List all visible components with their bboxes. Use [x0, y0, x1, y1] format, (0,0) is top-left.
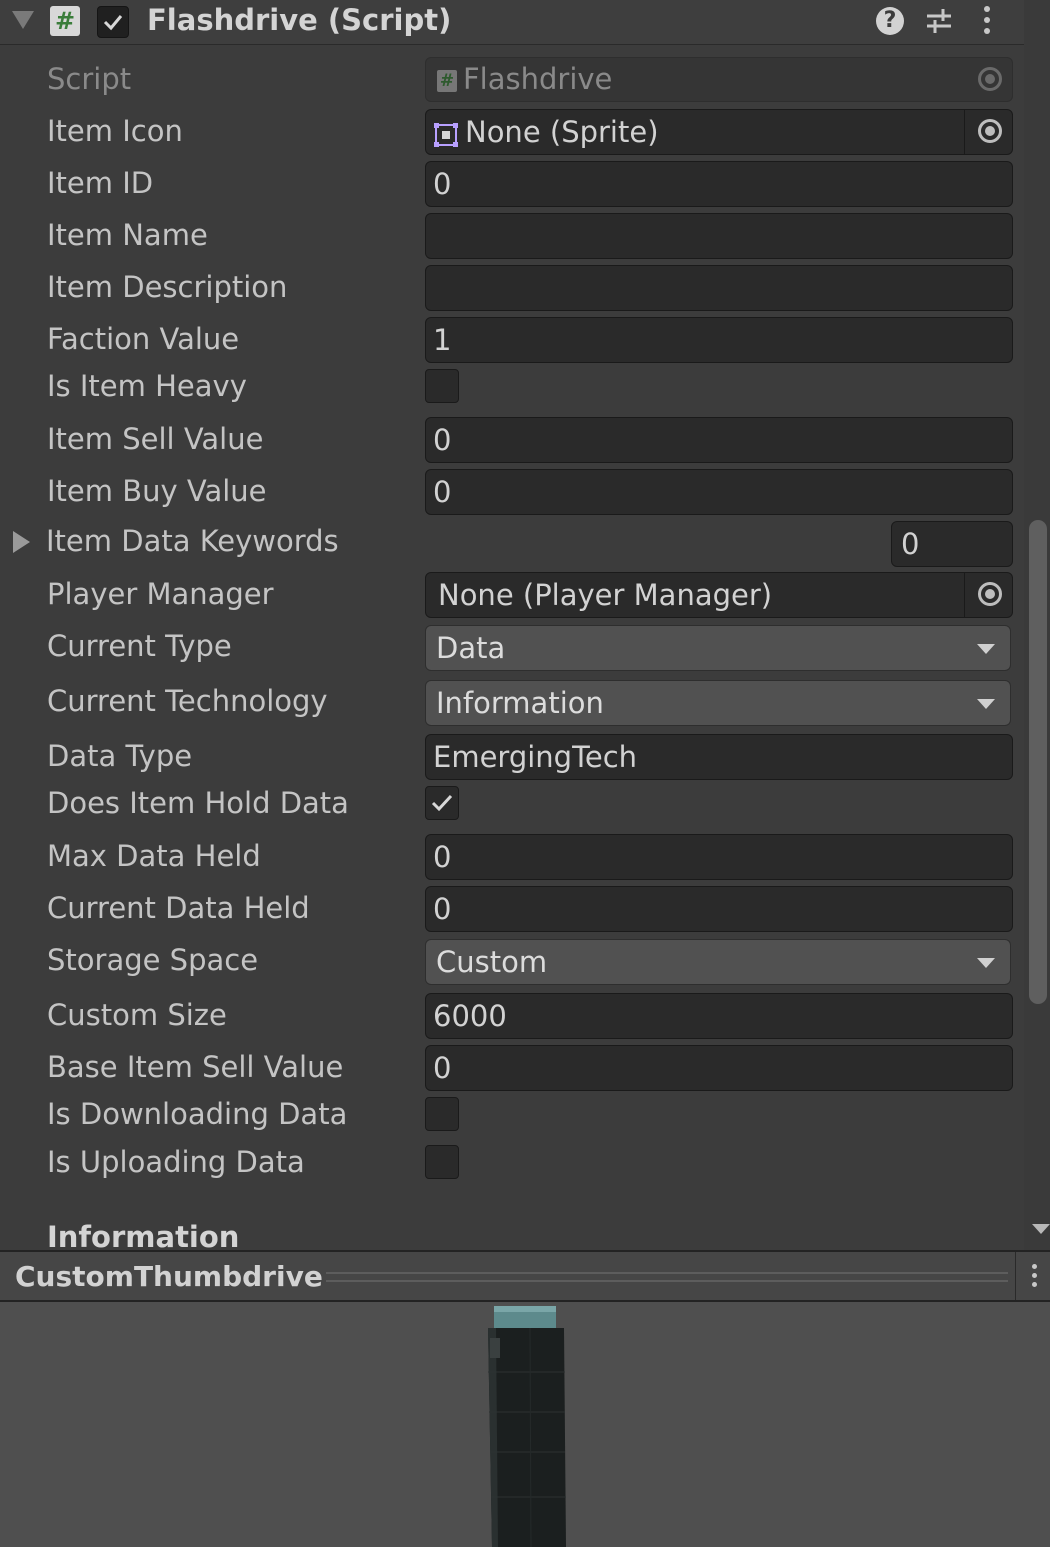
item-id-field[interactable]: 0 — [425, 161, 1013, 207]
player-manager-field[interactable]: None (Player Manager) — [425, 572, 1013, 618]
is-item-heavy-label: Is Item Heavy — [47, 369, 247, 403]
preview-title: CustomThumbdrive — [15, 1260, 323, 1293]
scroll-down-arrow-icon[interactable] — [1032, 1224, 1050, 1234]
does-item-hold-data-checkbox[interactable] — [425, 786, 459, 820]
item-description-label: Item Description — [47, 270, 288, 304]
storage-space-value: Custom — [436, 945, 548, 979]
item-icon-field[interactable]: None (Sprite) — [425, 109, 1013, 155]
base-item-sell-value-field[interactable]: 0 — [425, 1045, 1013, 1091]
storage-space-label: Storage Space — [47, 943, 259, 977]
sprite-icon — [433, 112, 459, 154]
script-hash-icon: # — [50, 6, 80, 36]
item-name-field[interactable] — [425, 213, 1013, 259]
base-item-sell-value-label: Base Item Sell Value — [47, 1050, 344, 1084]
picker-divider — [964, 573, 965, 617]
current-technology-dropdown[interactable]: Information — [425, 680, 1011, 726]
chevron-down-icon — [977, 699, 995, 709]
item-icon-label: Item Icon — [47, 114, 183, 148]
item-data-keywords-label[interactable]: Item Data Keywords — [46, 524, 339, 558]
is-uploading-data-checkbox[interactable] — [425, 1145, 459, 1179]
is-uploading-data-label: Is Uploading Data — [47, 1145, 305, 1179]
presets-sliders-icon[interactable] — [924, 6, 954, 40]
current-technology-value: Information — [436, 686, 604, 720]
data-type-label: Data Type — [47, 739, 193, 773]
current-data-held-label: Current Data Held — [47, 891, 310, 925]
kebab-menu-icon[interactable] — [984, 6, 990, 39]
item-description-field[interactable] — [425, 265, 1013, 311]
help-icon[interactable]: ? — [876, 7, 904, 35]
kebab-menu-icon[interactable] — [1032, 1264, 1037, 1291]
item-buy-value-field[interactable]: 0 — [425, 469, 1013, 515]
item-name-label: Item Name — [47, 218, 208, 252]
player-manager-value: None (Player Manager) — [438, 578, 773, 612]
item-data-keywords-size-field[interactable]: 0 — [891, 521, 1013, 567]
picker-divider — [964, 110, 965, 154]
item-id-label: Item ID — [47, 166, 154, 200]
list-foldout-arrow-icon[interactable] — [13, 531, 30, 553]
script-field[interactable]: # Flashdrive — [425, 57, 1013, 102]
current-type-dropdown[interactable]: Data — [425, 625, 1011, 671]
data-type-field[interactable]: EmergingTech — [425, 734, 1013, 780]
is-item-heavy-checkbox[interactable] — [425, 369, 459, 403]
is-downloading-data-label: Is Downloading Data — [47, 1097, 348, 1131]
scrollbar-thumb[interactable] — [1029, 520, 1047, 1004]
object-picker-icon[interactable] — [978, 67, 1002, 91]
component-header: # Flashdrive (Script) ? — [0, 0, 1024, 45]
drag-handle-lines[interactable] — [326, 1272, 1008, 1282]
script-hash-icon: # — [437, 70, 457, 92]
chevron-down-icon — [977, 644, 995, 654]
checkmark-icon — [431, 794, 453, 812]
player-manager-label: Player Manager — [47, 577, 274, 611]
foldout-arrow-icon[interactable] — [12, 11, 34, 29]
is-downloading-data-checkbox[interactable] — [425, 1097, 459, 1131]
object-picker-icon[interactable] — [978, 119, 1002, 143]
script-value: Flashdrive — [463, 62, 613, 96]
max-data-held-label: Max Data Held — [47, 839, 261, 873]
custom-size-field[interactable]: 6000 — [425, 993, 1013, 1039]
script-label: Script — [47, 62, 132, 96]
current-type-label: Current Type — [47, 629, 232, 663]
custom-size-label: Custom Size — [47, 998, 227, 1032]
section-header-information: Information — [47, 1220, 240, 1254]
preview-divider — [1015, 1252, 1016, 1300]
current-technology-label: Current Technology — [47, 684, 328, 718]
checkmark-icon — [103, 15, 123, 31]
item-sell-value-label: Item Sell Value — [47, 422, 264, 456]
object-picker-icon[interactable] — [978, 582, 1002, 606]
preview-header[interactable]: CustomThumbdrive — [0, 1250, 1050, 1302]
faction-value-field[interactable]: 1 — [425, 317, 1013, 363]
component-enabled-checkbox[interactable] — [97, 6, 129, 38]
does-item-hold-data-label: Does Item Hold Data — [47, 786, 349, 820]
item-sell-value-field[interactable]: 0 — [425, 417, 1013, 463]
thumbdrive-model-preview — [488, 1306, 566, 1547]
item-icon-value: None (Sprite) — [465, 115, 659, 149]
faction-value-label: Faction Value — [47, 322, 240, 356]
component-title: Flashdrive (Script) — [147, 3, 452, 37]
max-data-held-field[interactable]: 0 — [425, 834, 1013, 880]
item-buy-value-label: Item Buy Value — [47, 474, 267, 508]
chevron-down-icon — [977, 958, 995, 968]
storage-space-dropdown[interactable]: Custom — [425, 939, 1011, 985]
current-type-value: Data — [436, 631, 506, 665]
current-data-held-field[interactable]: 0 — [425, 886, 1013, 932]
